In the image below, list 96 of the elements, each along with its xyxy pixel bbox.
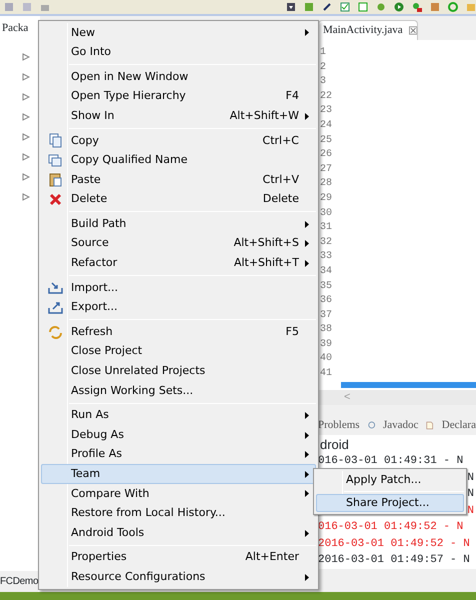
run-icon[interactable] bbox=[394, 2, 404, 12]
menu-item[interactable]: Copy Ctrl+C bbox=[41, 130, 316, 151]
line-number: 28 bbox=[320, 177, 334, 192]
menu-item[interactable]: Refactor Alt+Shift+T bbox=[41, 254, 316, 274]
expand-icon[interactable] bbox=[22, 152, 30, 160]
menu-item[interactable]: Import... bbox=[41, 278, 316, 298]
expand-icon[interactable] bbox=[22, 192, 30, 200]
expand-icon[interactable] bbox=[22, 72, 30, 80]
shortcut-label: F4 bbox=[286, 88, 299, 104]
expand-icon[interactable] bbox=[22, 132, 30, 140]
menu-item[interactable]: Properties Alt+Enter bbox=[41, 548, 316, 568]
line-number: 31 bbox=[320, 221, 334, 236]
line-number: 27 bbox=[320, 162, 334, 177]
console-header: droid bbox=[318, 435, 476, 453]
line-number: 24 bbox=[320, 118, 334, 133]
pen-icon[interactable] bbox=[322, 2, 332, 12]
menu-item[interactable]: Restore from Local History... bbox=[41, 504, 316, 524]
menu-item[interactable]: Show In Alt+Shift+W bbox=[41, 106, 316, 126]
menu-item[interactable]: Team bbox=[41, 464, 316, 484]
menu-item[interactable]: Android Tools bbox=[41, 523, 316, 543]
copy-icon bbox=[48, 152, 62, 168]
shortcut-label: Ctrl+C bbox=[262, 132, 299, 149]
menu-item[interactable]: Close Project bbox=[41, 342, 316, 362]
line-number: 41 bbox=[320, 367, 334, 382]
panel-tab[interactable]: Javadoc bbox=[382, 416, 418, 434]
line-number: 32 bbox=[320, 236, 334, 250]
expand-icon[interactable] bbox=[22, 112, 30, 120]
console-line: 016-03-01 01:49:52 - N bbox=[318, 520, 464, 535]
line-number: 3 bbox=[320, 75, 328, 90]
shortcut-label: Alt+Shift+S bbox=[234, 235, 299, 252]
shortcut-label: Alt+Enter bbox=[245, 549, 299, 566]
line-number: 33 bbox=[320, 250, 334, 264]
console-line: N bbox=[467, 504, 475, 518]
shortcut-label: Alt+Shift+T bbox=[234, 255, 299, 272]
shortcut-label: Ctrl+V bbox=[262, 172, 299, 188]
expand-icon[interactable] bbox=[22, 172, 30, 180]
checkbox-icon[interactable] bbox=[340, 2, 350, 12]
console-line: N bbox=[467, 487, 475, 502]
line-number: 26 bbox=[320, 148, 334, 162]
menu-item[interactable]: New bbox=[41, 23, 316, 43]
line-number: 40 bbox=[320, 352, 334, 366]
menu-item[interactable]: Resource Configurations bbox=[41, 567, 316, 588]
line-number: 30 bbox=[320, 206, 334, 221]
menu-item[interactable]: Close Unrelated Projects bbox=[41, 362, 316, 382]
menu-item[interactable]: Compare With bbox=[41, 484, 316, 504]
menu-item[interactable]: Open in New Window bbox=[41, 67, 316, 87]
line-number: 1 bbox=[320, 46, 328, 60]
menu-item[interactable]: Go Into bbox=[41, 42, 316, 62]
project-label[interactable]: FCDemo bbox=[0, 571, 38, 592]
line-number: 22 bbox=[320, 90, 334, 104]
clipboard-icon bbox=[48, 172, 62, 188]
menu-item[interactable]: Profile As bbox=[41, 444, 316, 464]
line-number: 29 bbox=[320, 192, 334, 206]
menu-item[interactable]: Share Project... bbox=[316, 494, 464, 512]
menu-item[interactable]: Apply Patch... bbox=[316, 471, 464, 489]
menu-item[interactable]: Paste Ctrl+V bbox=[41, 170, 316, 190]
panel-tab[interactable]: Declara bbox=[442, 416, 476, 434]
download-icon[interactable] bbox=[286, 2, 296, 12]
console-line: 2016-03-01 01:49:52 - N bbox=[318, 536, 470, 552]
expand-icon[interactable] bbox=[22, 92, 30, 100]
copy-icon bbox=[48, 133, 62, 148]
shortcut-label: F5 bbox=[286, 324, 299, 340]
shortcut-label: Delete bbox=[262, 191, 299, 208]
expand-icon[interactable] bbox=[22, 52, 30, 60]
menu-item[interactable]: Copy Qualified Name bbox=[41, 150, 316, 170]
shortcut-label: Alt+Shift+W bbox=[230, 108, 299, 124]
menu-item[interactable]: Refresh F5 bbox=[41, 322, 316, 342]
console-line: N bbox=[467, 470, 475, 486]
line-number: 23 bbox=[320, 104, 334, 118]
line-number: 39 bbox=[320, 338, 334, 352]
menu-item[interactable]: Delete Delete bbox=[41, 190, 316, 210]
external-tools-icon[interactable] bbox=[412, 2, 422, 12]
line-number: 2 bbox=[320, 60, 328, 75]
menu-item[interactable]: Assign Working Sets... bbox=[41, 381, 316, 401]
line-number: 37 bbox=[320, 308, 334, 323]
console-line: 2016-03-01 01:49:57 - N bbox=[318, 553, 470, 568]
line-number: 35 bbox=[320, 280, 334, 294]
menu-item[interactable]: Export... bbox=[41, 298, 316, 318]
menu-item[interactable]: Source Alt+Shift+S bbox=[41, 234, 316, 254]
line-number: 25 bbox=[320, 134, 334, 148]
document-icon bbox=[426, 420, 434, 430]
close-icon[interactable] bbox=[408, 26, 417, 35]
view-tab[interactable]: Packa bbox=[0, 20, 40, 36]
line-number: 38 bbox=[320, 323, 334, 338]
menu-item[interactable]: Debug As bbox=[41, 425, 316, 445]
line-number: 36 bbox=[320, 294, 334, 308]
console-line: 016-03-01 01:49:31 - N bbox=[318, 454, 464, 469]
line-number: 34 bbox=[320, 264, 334, 279]
editor-tab[interactable]: MainActivity.java bbox=[318, 20, 418, 40]
menu-item[interactable]: Run As bbox=[41, 406, 316, 426]
import-icon bbox=[48, 280, 62, 296]
menu-item[interactable]: Build Path bbox=[41, 214, 316, 234]
export-icon bbox=[48, 300, 62, 316]
menu-item[interactable]: Open Type Hierarchy F4 bbox=[41, 86, 316, 106]
delete-icon bbox=[48, 192, 62, 208]
panel-tab[interactable]: Problems bbox=[318, 416, 360, 434]
